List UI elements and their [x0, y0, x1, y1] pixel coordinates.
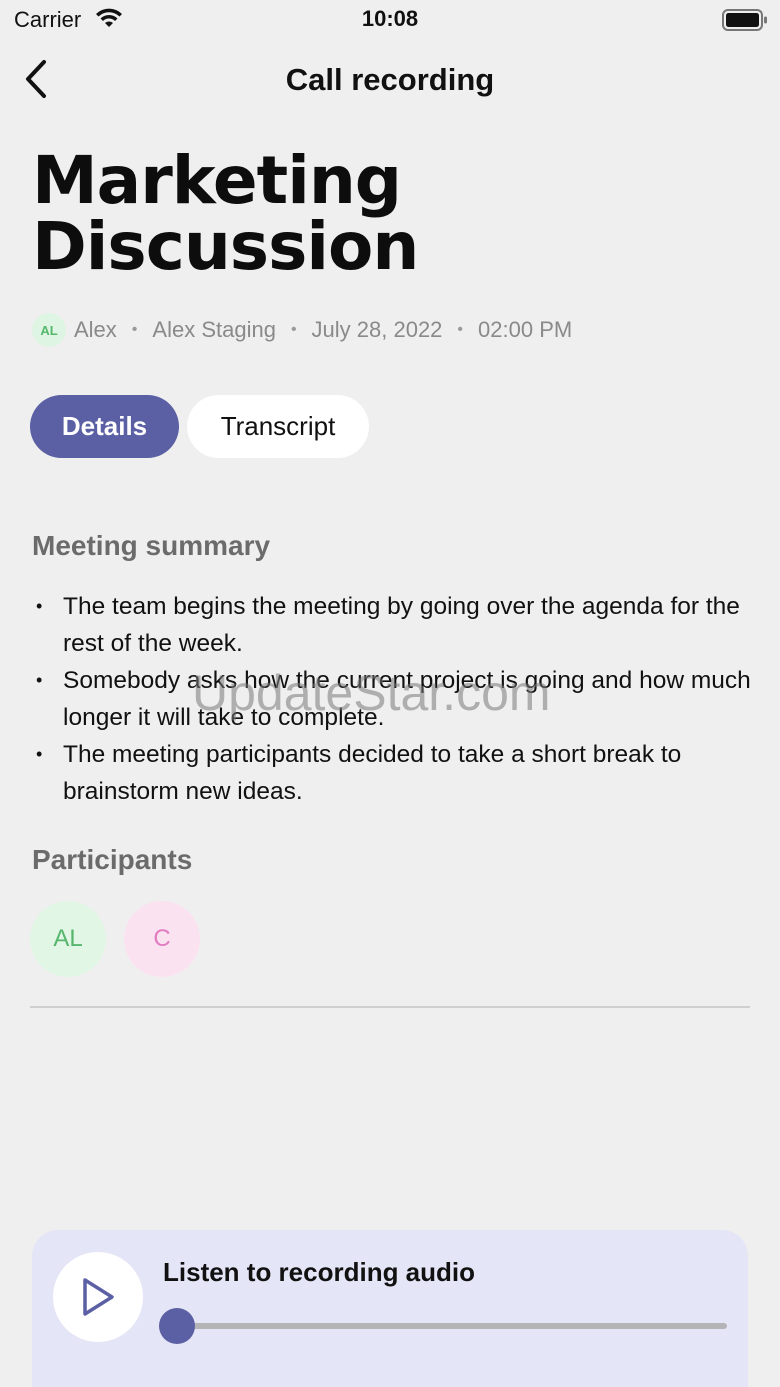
participant-avatar-c[interactable]: C	[124, 901, 200, 977]
call-recording-screen: Carrier 10:08 Call recording Marketing D…	[0, 0, 780, 1387]
play-icon	[83, 1278, 114, 1316]
tab-transcript[interactable]: Transcript	[187, 395, 369, 458]
summary-item: The team begins the meeting by going ove…	[32, 588, 752, 662]
nav-title: Call recording	[285, 62, 495, 97]
progress-thumb[interactable]	[159, 1308, 195, 1344]
recording-date: July 28, 2022	[311, 317, 443, 342]
status-time: 10:08	[361, 6, 419, 31]
summary-heading: Meeting summary	[32, 530, 271, 561]
audio-player: Listen to recording audio	[32, 1230, 748, 1387]
player-label: Listen to recording audio	[163, 1257, 476, 1287]
summary-item: The meeting participants decided to take…	[32, 736, 752, 810]
status-bar: Carrier 10:08	[0, 0, 780, 40]
workspace-name: Alex Staging	[152, 317, 276, 342]
participants-heading: Participants	[32, 844, 193, 875]
progress-slider[interactable]	[159, 1308, 727, 1344]
owner-name: Alex	[74, 317, 117, 342]
recording-meta: AL Alex • Alex Staging • July 28, 2022 •…	[32, 312, 572, 348]
participant-avatar-al[interactable]: AL	[30, 901, 106, 977]
recording-title: Marketing Discussion	[32, 142, 419, 285]
play-button[interactable]	[53, 1252, 143, 1342]
meta-separator: •	[131, 321, 138, 338]
tab-details[interactable]: Details	[30, 395, 179, 458]
meta-separator: •	[290, 321, 297, 338]
owner-avatar: AL	[32, 313, 66, 347]
watermark: UpdateStar.com	[192, 665, 551, 721]
battery-icon	[722, 9, 767, 31]
meta-separator: •	[457, 321, 464, 338]
recording-time: 02:00 PM	[478, 317, 573, 342]
divider	[30, 1006, 750, 1008]
